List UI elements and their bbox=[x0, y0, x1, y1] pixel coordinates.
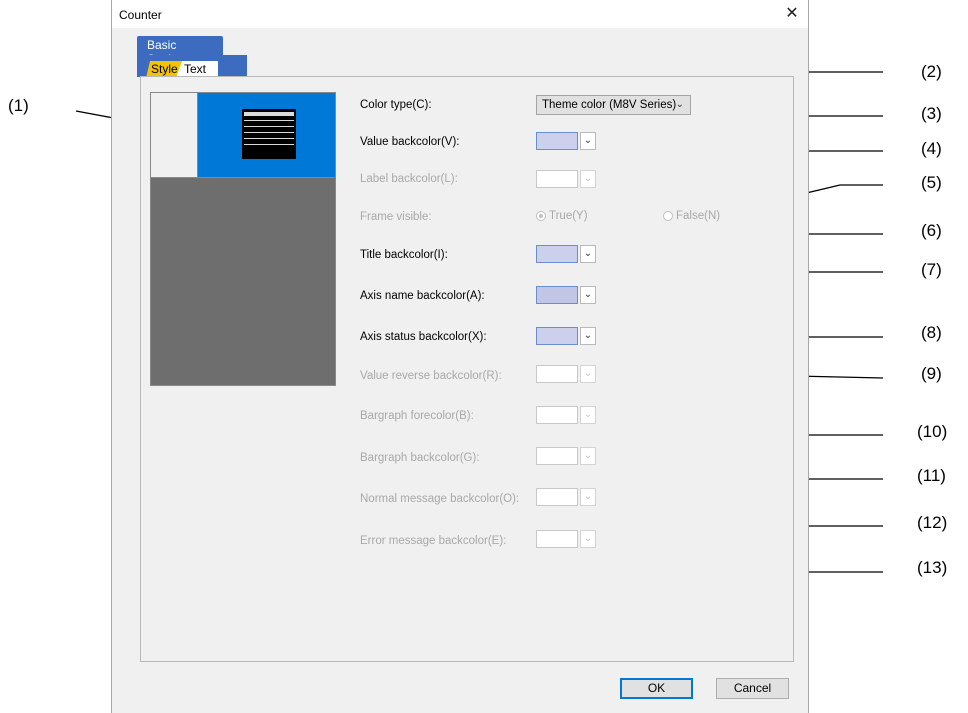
frame-false-radio bbox=[663, 211, 673, 221]
callout-5: (5) bbox=[921, 173, 942, 192]
chevron-down-icon: ⌄ bbox=[580, 365, 596, 383]
chevron-down-icon: ⌄ bbox=[580, 406, 596, 424]
color-swatch bbox=[536, 245, 578, 263]
callout-2: (2) bbox=[921, 62, 942, 81]
normal-message-backcolor-label: Normal message backcolor(O): bbox=[360, 493, 520, 505]
basic-settings-tab[interactable]: Basic Settings bbox=[137, 36, 223, 66]
close-icon[interactable]: ✕ bbox=[784, 6, 800, 22]
preview-row bbox=[244, 120, 294, 121]
value-reverse-backcolor-picker: ⌄ bbox=[536, 365, 596, 383]
callout-3: (3) bbox=[921, 104, 942, 123]
ok-button[interactable]: OK bbox=[620, 678, 693, 699]
chevron-down-icon[interactable]: ⌄ bbox=[580, 327, 596, 345]
color-swatch bbox=[536, 170, 578, 188]
counter-preview bbox=[150, 92, 336, 386]
error-message-backcolor-label: Error message backcolor(E): bbox=[360, 535, 507, 547]
title-backcolor-label: Title backcolor(I): bbox=[360, 249, 448, 261]
bargraph-forecolor-label: Bargraph forecolor(B): bbox=[360, 410, 474, 422]
preview-row bbox=[244, 138, 294, 139]
axis-status-backcolor-label: Axis status backcolor(X): bbox=[360, 331, 487, 343]
color-type-label: Color type(C): bbox=[360, 99, 432, 111]
bargraph-backcolor-picker: ⌄ bbox=[536, 447, 596, 465]
chevron-down-icon[interactable]: ⌄ bbox=[580, 245, 596, 263]
callout-12: (12) bbox=[917, 513, 948, 532]
callout-11: (11) bbox=[917, 466, 946, 485]
callout-13: (13) bbox=[917, 558, 948, 577]
title-backcolor-picker[interactable]: ⌄ bbox=[536, 245, 596, 263]
preview-row bbox=[244, 144, 294, 145]
chevron-down-icon: ⌄ bbox=[580, 447, 596, 465]
axis-name-backcolor-picker[interactable]: ⌄ bbox=[536, 286, 596, 304]
callout-1: (1) bbox=[8, 96, 29, 115]
preview-title-area bbox=[151, 93, 198, 178]
color-swatch bbox=[536, 132, 578, 150]
color-swatch bbox=[536, 286, 578, 304]
preview-counter-display bbox=[242, 109, 296, 159]
chevron-down-icon[interactable]: ⌄ bbox=[580, 132, 596, 150]
chevron-down-icon: ⌄ bbox=[580, 530, 596, 548]
error-message-backcolor-picker: ⌄ bbox=[536, 530, 596, 548]
frame-false-label: False(N) bbox=[676, 210, 721, 222]
value-reverse-backcolor-label: Value reverse backcolor(R): bbox=[360, 370, 502, 382]
label-backcolor-label: Label backcolor(L): bbox=[360, 173, 458, 185]
value-backcolor-label: Value backcolor(V): bbox=[360, 136, 460, 148]
color-swatch bbox=[536, 447, 578, 465]
chevron-down-icon[interactable]: ⌄ bbox=[580, 286, 596, 304]
callout-9: (9) bbox=[921, 364, 942, 383]
callout-8: (8) bbox=[921, 323, 942, 342]
label-backcolor-picker: ⌄ bbox=[536, 170, 596, 188]
frame-true-radio bbox=[536, 211, 546, 221]
value-backcolor-picker[interactable]: ⌄ bbox=[536, 132, 596, 150]
bargraph-forecolor-picker: ⌄ bbox=[536, 406, 596, 424]
axis-status-backcolor-picker[interactable]: ⌄ bbox=[536, 327, 596, 345]
preview-row bbox=[244, 132, 294, 133]
bargraph-backcolor-label: Bargraph backcolor(G): bbox=[360, 452, 480, 464]
preview-value-area bbox=[198, 93, 335, 178]
chevron-down-icon: ⌄ bbox=[675, 99, 684, 110]
frame-visible-label: Frame visible: bbox=[360, 211, 432, 223]
preview-header bbox=[244, 112, 294, 116]
callout-10: (10) bbox=[917, 422, 948, 441]
axis-name-backcolor-label: Axis name backcolor(A): bbox=[360, 290, 485, 302]
callout-4: (4) bbox=[921, 139, 942, 158]
chevron-down-icon: ⌄ bbox=[580, 488, 596, 506]
callout-6: (6) bbox=[921, 221, 942, 240]
color-swatch bbox=[536, 488, 578, 506]
color-swatch bbox=[536, 327, 578, 345]
cancel-button[interactable]: Cancel bbox=[716, 678, 789, 699]
counter-dialog: Counter ✕ Basic Settings Style Text Colo… bbox=[111, 0, 809, 713]
callout-7: (7) bbox=[921, 260, 942, 279]
normal-message-backcolor-picker: ⌄ bbox=[536, 488, 596, 506]
window-title: Counter bbox=[119, 8, 162, 22]
chevron-down-icon: ⌄ bbox=[580, 170, 596, 188]
preview-row bbox=[244, 126, 294, 127]
color-swatch bbox=[536, 406, 578, 424]
color-swatch bbox=[536, 365, 578, 383]
title-bar: Counter ✕ bbox=[112, 0, 808, 28]
color-type-value: Theme color (M8V Series) bbox=[542, 99, 677, 111]
frame-true-label: True(Y) bbox=[549, 210, 588, 222]
color-swatch bbox=[536, 530, 578, 548]
color-type-select[interactable]: Theme color (M8V Series) ⌄ bbox=[536, 95, 691, 115]
